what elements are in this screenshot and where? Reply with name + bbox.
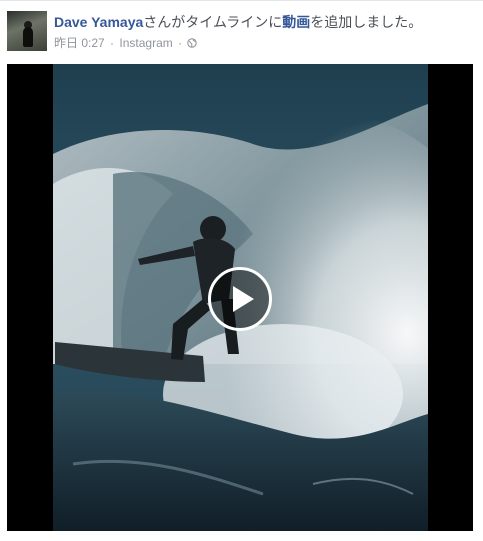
avatar[interactable]	[7, 11, 47, 51]
avatar-figure-body	[23, 27, 33, 47]
timestamp-link[interactable]: 昨日 0:27	[54, 36, 105, 50]
meta-separator: ·	[110, 36, 115, 50]
post-meta: 昨日 0:27 · Instagram ·	[54, 35, 198, 51]
action-text-after: を追加しました。	[310, 14, 423, 30]
play-button[interactable]	[208, 267, 272, 331]
feed-post: Dave Yamayaさんがタイムラインに動画を追加しました。 昨日 0:27 …	[0, 0, 483, 541]
meta-separator-2: ·	[178, 36, 183, 50]
play-icon	[233, 286, 254, 312]
author-name-link[interactable]: Dave Yamaya	[54, 14, 143, 30]
post-divider	[0, 0, 483, 1]
video-link[interactable]: 動画	[282, 14, 310, 30]
globe-icon[interactable]	[187, 36, 198, 50]
post-header: Dave Yamayaさんがタイムラインに動画を追加しました。	[54, 13, 422, 31]
video-player[interactable]	[7, 64, 473, 531]
source-link[interactable]: Instagram	[119, 36, 172, 50]
action-text-before: さんがタイムラインに	[143, 14, 283, 30]
